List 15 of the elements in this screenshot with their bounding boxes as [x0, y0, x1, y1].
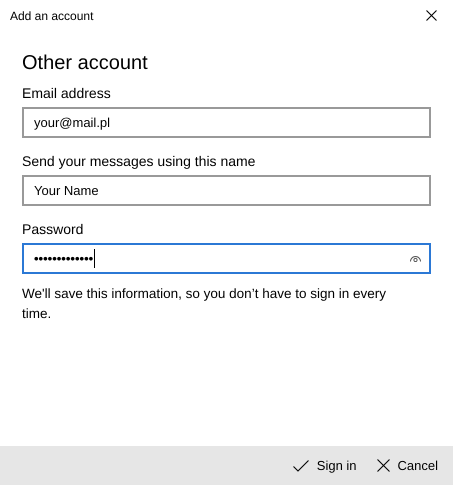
window-title: Add an account — [10, 8, 94, 22]
info-text: We'll save this information, so you don’t have to sign in every time. — [22, 285, 388, 323]
checkmark-icon — [292, 460, 309, 472]
input-field[interactable]: your@mail.pl — [22, 107, 431, 138]
field-label: Email address — [22, 84, 112, 102]
heading: Other account — [22, 51, 149, 75]
eye-icon[interactable] — [410, 255, 421, 262]
cancel-button[interactable]: Cancel — [374, 454, 441, 477]
input-field[interactable]: Your Name — [22, 175, 431, 206]
field-label: Password — [22, 220, 84, 238]
field-label: Send your messages using this name — [22, 152, 256, 170]
sign-in-button[interactable]: Sign in — [290, 454, 360, 477]
close-icon — [426, 10, 436, 21]
input-field[interactable]: ••••••••••••• — [22, 243, 431, 274]
close-icon — [376, 459, 390, 472]
